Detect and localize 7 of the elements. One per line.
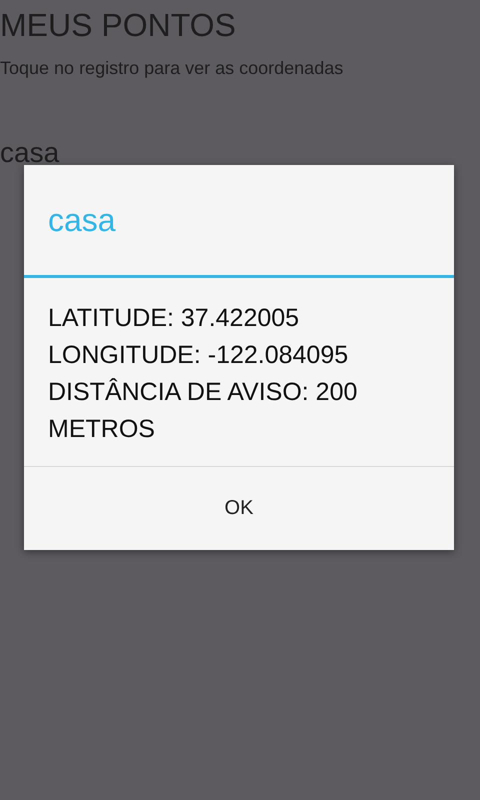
page-title: MEUS PONTOS: [0, 6, 237, 44]
page-subtitle: Toque no registro para ver as coordenadas: [0, 57, 344, 80]
dialog-text: DISTÂNCIA DE AVISO: 200 METROS: [48, 377, 358, 445]
dialog-text: LONGITUDE: -122.084095: [48, 340, 350, 371]
dialog-title: casa: [47, 200, 117, 240]
dialog-text: LATITUDE: 37.422005: [48, 303, 300, 334]
ok-button[interactable]: OK: [24, 467, 454, 550]
